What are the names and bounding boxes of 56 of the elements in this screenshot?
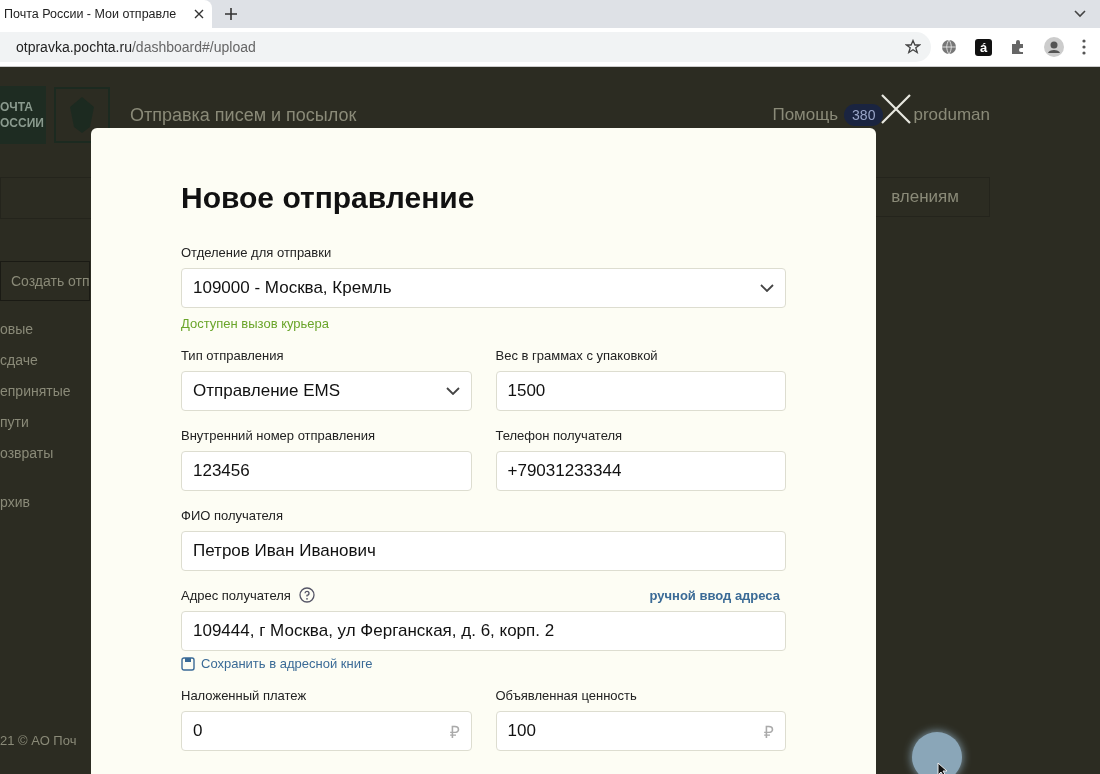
currency-sign: ₽: [764, 721, 774, 743]
new-tab-icon[interactable]: [224, 7, 238, 21]
input-field[interactable]: 123456: [181, 451, 472, 491]
help-icon[interactable]: [298, 587, 315, 603]
footer-text: 21 © АО Поч: [0, 733, 77, 748]
count-badge: 380: [844, 104, 884, 126]
nav-item[interactable]: пути: [0, 414, 90, 445]
field-label: Отделение для отправки: [181, 244, 332, 260]
star-icon[interactable]: [905, 39, 921, 55]
courier-hint: Доступен вызов курьера: [181, 316, 331, 331]
header-title: Отправка писем и посылок: [130, 104, 357, 126]
input-field[interactable]: Петров Иван Иванович: [181, 531, 786, 571]
field-label: Наложенный платеж: [181, 687, 307, 703]
input-field[interactable]: 1500: [495, 371, 786, 411]
logo[interactable]: ОЧТА ОССИИ: [0, 86, 46, 144]
user-name[interactable]: produman: [913, 105, 990, 125]
nav-item[interactable]: епринятые: [0, 383, 90, 414]
field-label: Тип отправления: [181, 347, 284, 363]
field-label: Вес в граммах с упаковкой: [495, 347, 658, 363]
save-address-link[interactable]: Сохранить в адресной книге: [181, 656, 373, 671]
select-field[interactable]: 109000 - Москва, Кремль: [181, 268, 786, 308]
manual-address-link[interactable]: ручной ввод адреса: [649, 587, 780, 603]
nav-item[interactable]: озвраты: [0, 445, 90, 476]
input-field[interactable]: 0 ₽: [181, 711, 472, 751]
extension-button[interactable]: á: [975, 38, 992, 56]
floppy-icon: [181, 656, 195, 671]
click-highlight: [912, 732, 962, 774]
chevron-down-icon: [760, 284, 774, 292]
emblem-icon: [54, 87, 110, 143]
cursor-icon: [937, 762, 949, 774]
dialog-title: Новое отправление: [181, 180, 476, 216]
browser-tab[interactable]: Почта России - Мои отправле: [0, 0, 212, 28]
chevron-down-icon: [445, 387, 460, 395]
nav-item[interactable]: рхив: [0, 494, 90, 525]
nav-item[interactable]: сдаче: [0, 352, 90, 383]
select-field[interactable]: Отправление EMS: [181, 371, 472, 411]
help-link[interactable]: Помощь: [772, 105, 839, 125]
field-label: Адрес получателя: [181, 587, 291, 603]
currency-sign: ₽: [449, 721, 460, 743]
tab-title: Почта России - Мои отправле: [4, 7, 178, 21]
globe-icon[interactable]: [941, 39, 957, 55]
avatar-icon[interactable]: [1044, 37, 1064, 57]
nav-item[interactable]: овые: [0, 321, 90, 352]
address-field[interactable]: otpravka.pochta.ru/dashboard#/upload: [0, 32, 931, 62]
dropdown-icon[interactable]: [1074, 10, 1086, 18]
field-label: Объявленная ценность: [495, 687, 637, 703]
input-field[interactable]: 109444, г Москва, ул Ферганская, д. 6, корп. 2: [181, 611, 786, 651]
kebab-menu-icon[interactable]: [1082, 39, 1086, 55]
puzzle-icon[interactable]: [1010, 39, 1026, 55]
create-button[interactable]: Создать отп: [0, 261, 90, 301]
input-field[interactable]: +79031233344: [495, 451, 786, 491]
field-label: Телефон получателя: [495, 427, 623, 443]
field-label: Внутренний номер отправления: [181, 427, 375, 443]
close-icon[interactable]: [194, 9, 204, 19]
field-label: ФИО получателя: [181, 507, 283, 523]
input-field[interactable]: 100 ₽: [495, 711, 786, 751]
